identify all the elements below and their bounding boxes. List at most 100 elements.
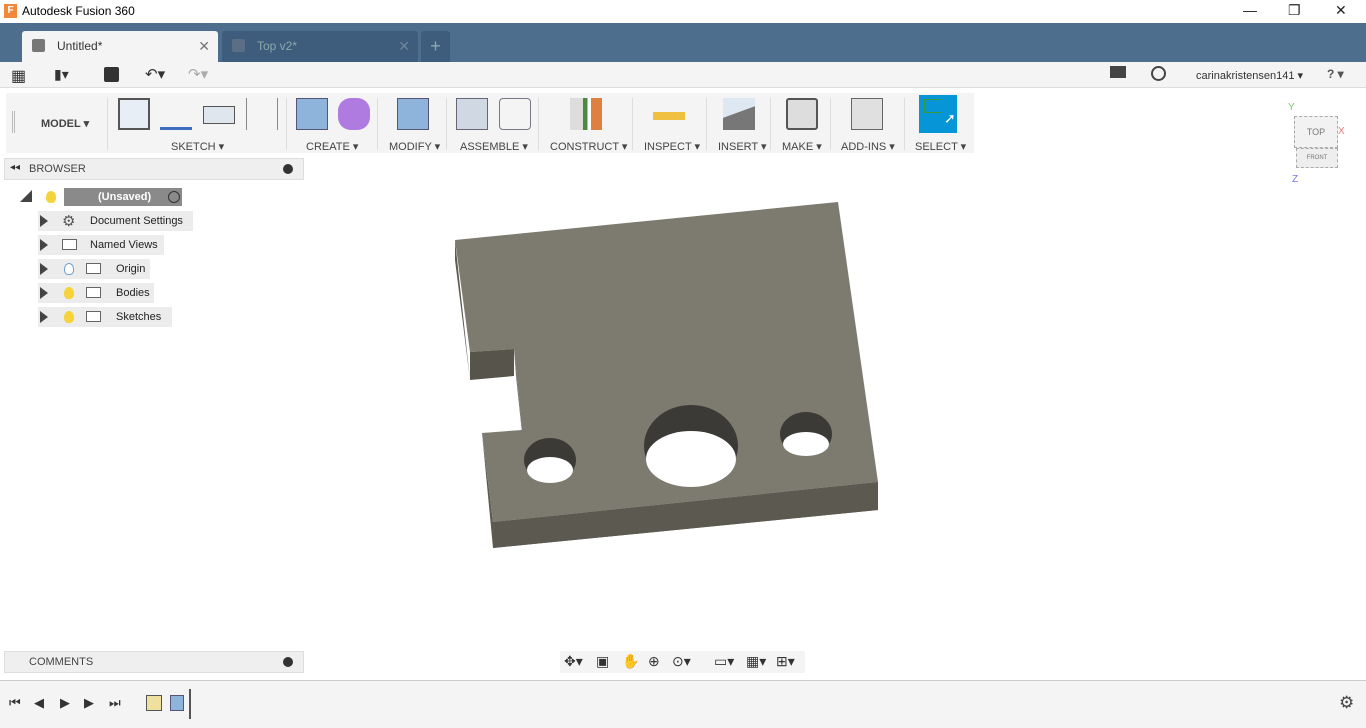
undo-icon[interactable]: ↶▾ [145,65,165,83]
redo-icon[interactable]: ↷▾ [188,65,208,83]
inspect-menu[interactable]: INSPECT ▾ [644,140,700,153]
browser-item-origin[interactable]: Origin [38,259,150,279]
axis-x-label: X [1338,126,1345,137]
step-forward-icon[interactable]: ▶ [84,695,94,711]
new-tab-button[interactable]: + [421,31,450,62]
navigation-bar: ✥▾ ▣ ✋ ⊕ ⊙▾ ▭▾ ▦▾ ⊞▾ [560,651,805,673]
timeline-bar: ⏮ ◀ ▶ ▶ ⏭ ⚙ [0,680,1366,728]
look-at-icon[interactable]: ▣ [596,653,609,670]
viewcube-top-face[interactable]: TOP [1294,116,1338,148]
3d-print-icon[interactable] [786,98,818,130]
joint-icon[interactable] [499,98,531,130]
expand-triangle-icon[interactable] [40,287,48,299]
maximize-button[interactable]: ❐ [1288,2,1301,19]
make-menu[interactable]: MAKE ▾ [782,140,822,153]
new-component-icon[interactable] [456,98,488,130]
document-icon [232,39,245,52]
job-status-clock-icon[interactable] [1151,66,1166,81]
scripts-addins-icon[interactable] [851,98,883,130]
rectangle-icon[interactable] [203,106,235,124]
expand-triangle-icon[interactable] [40,263,48,275]
workspace-switcher[interactable]: MODEL ▾ [41,117,89,130]
dimension-icon[interactable] [246,98,278,130]
play-icon[interactable]: ▶ [60,695,70,711]
activate-radio-icon[interactable] [168,191,180,203]
offset-plane-icon[interactable] [570,98,602,130]
data-panel-grid-icon[interactable]: ▦ [11,66,26,86]
press-pull-icon[interactable] [397,98,429,130]
insert-canvas-icon[interactable] [723,98,755,130]
document-icon [32,39,45,52]
folder-icon [86,263,101,274]
user-account-menu[interactable]: carinakristensen141 ▾ [1196,69,1303,82]
help-menu[interactable]: ? ▾ [1327,67,1344,81]
measure-icon[interactable] [653,112,685,120]
insert-menu[interactable]: INSERT ▾ [718,140,767,153]
file-menu-icon[interactable]: ▮▾ [54,66,69,83]
hole-small-left [524,438,576,483]
grid-snaps-icon[interactable]: ▦▾ [746,653,766,670]
minimize-browser-icon[interactable] [283,164,293,174]
pan-hand-icon[interactable]: ✋ [622,653,639,670]
expand-triangle-icon[interactable] [40,239,48,251]
viewports-icon[interactable]: ⊞▾ [776,653,795,670]
visibility-bulb-icon[interactable] [46,191,56,203]
tab-top-v2[interactable]: Top v2* ✕ [222,31,418,62]
add-comment-icon[interactable] [283,657,293,667]
viewcube-front-face[interactable]: FRONT [1296,148,1338,168]
close-tab-icon[interactable]: ✕ [398,31,410,62]
step-back-icon[interactable]: ◀ [34,695,44,711]
display-settings-icon[interactable]: ▭▾ [714,653,734,670]
save-icon[interactable] [104,67,119,82]
go-to-start-icon[interactable]: ⏮ [9,695,21,711]
orbit-icon[interactable]: ✥▾ [564,653,583,670]
collapse-browser-icon[interactable]: ◂◂ [10,162,20,173]
create-sketch-icon[interactable] [118,98,150,130]
timeline-marker[interactable] [189,689,191,719]
notch-wall [470,349,514,380]
timeline-settings-gear-icon[interactable]: ⚙ [1339,693,1354,713]
browser-panel-header: ◂◂ BROWSER [4,158,304,180]
item-label: Bodies [116,287,150,299]
item-label: Sketches [116,311,162,323]
axis-z-label: Z [1292,174,1299,185]
assemble-menu[interactable]: ASSEMBLE ▾ [460,140,528,153]
close-tab-icon[interactable]: ✕ [198,31,210,62]
browser-item-named-views[interactable]: Named Views [38,235,164,255]
browser-item-bodies[interactable]: Bodies [38,283,154,303]
select-menu[interactable]: SELECT ▾ [915,140,966,153]
expanded-triangle-icon[interactable] [20,190,32,202]
tab-untitled[interactable]: Untitled* ✕ [22,31,218,62]
select-window-icon[interactable]: ➚ [919,95,957,133]
timeline-extrude-feature-icon[interactable] [170,695,184,711]
expand-triangle-icon[interactable] [40,215,48,227]
visibility-bulb-off-icon[interactable] [64,263,74,275]
extrude-icon[interactable] [296,98,328,130]
sketch-menu[interactable]: SKETCH ▾ [171,140,224,153]
ribbon-handle[interactable] [12,111,15,133]
gear-icon: ⚙ [62,213,76,230]
view-cube[interactable]: Y TOP FRONT X Z [1284,102,1345,185]
visibility-bulb-icon[interactable] [64,311,74,323]
spline-icon[interactable] [160,98,192,130]
create-menu[interactable]: CREATE ▾ [306,140,358,153]
tab-label: Untitled* [57,39,103,53]
go-to-end-icon[interactable]: ⏭ [109,695,121,711]
construct-menu[interactable]: CONSTRUCT ▾ [550,140,627,153]
visibility-bulb-icon[interactable] [64,287,74,299]
zoom-icon[interactable]: ⊕ [648,653,660,670]
modify-menu[interactable]: MODIFY ▾ [389,140,440,153]
comments-icon[interactable] [1110,66,1126,78]
close-button[interactable]: ✕ [1335,2,1347,19]
form-icon[interactable] [338,98,370,130]
expand-triangle-icon[interactable] [40,311,48,323]
addins-menu[interactable]: ADD-INS ▾ [841,140,895,153]
browser-item-document-settings[interactable]: ⚙ Document Settings [38,211,193,231]
comments-panel-header: COMMENTS [4,651,304,673]
minimize-button[interactable]: — [1243,2,1257,18]
tab-label: Top v2* [257,39,298,53]
browser-item-sketches[interactable]: Sketches [38,307,172,327]
fit-zoom-icon[interactable]: ⊙▾ [672,653,691,670]
timeline-sketch-feature-icon[interactable] [146,695,162,711]
browser-root-node[interactable]: (Unsaved) [20,187,190,207]
